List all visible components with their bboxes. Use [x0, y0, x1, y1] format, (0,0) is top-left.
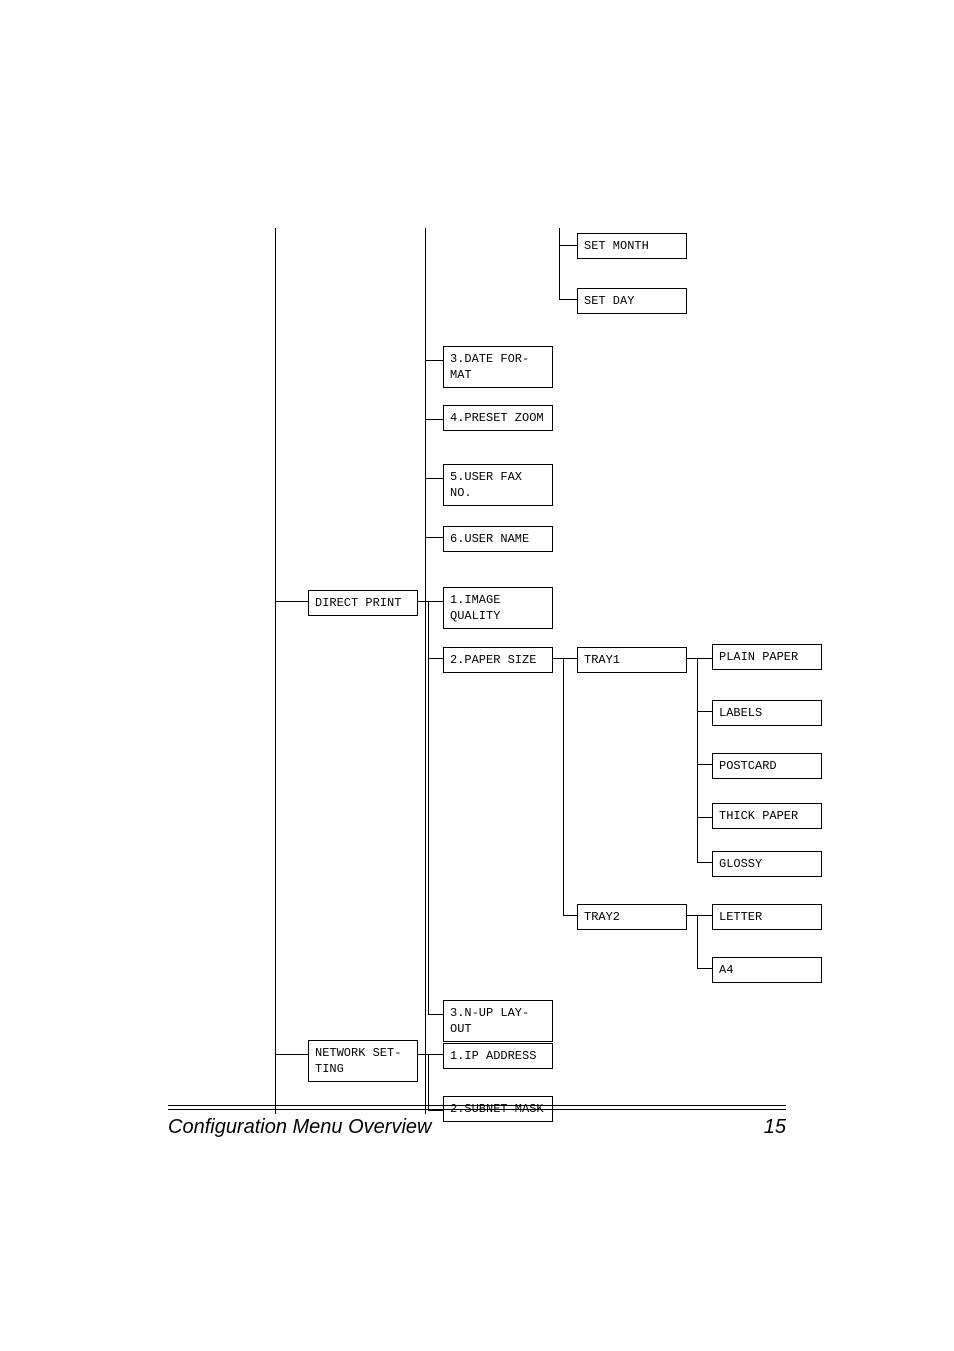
tree-line — [697, 915, 712, 916]
tree-line — [418, 1054, 428, 1055]
menu-tray2: TRAY2 — [577, 904, 687, 930]
tree-line — [697, 862, 712, 863]
tree-line — [425, 360, 443, 361]
page-footer: Configuration Menu Overview 15 — [168, 1105, 786, 1139]
tree-line — [687, 915, 697, 916]
menu-letter: LETTER — [712, 904, 822, 930]
footer-page-number: 15 — [764, 1116, 786, 1139]
menu-tree-diagram: SET MONTH SET DAY 3.DATE FOR-MAT 4.PRESE… — [270, 228, 830, 1128]
menu-set-day: SET DAY — [577, 288, 687, 314]
menu-a4: A4 — [712, 957, 822, 983]
tree-line — [275, 228, 276, 1114]
menu-date-format: 3.DATE FOR-MAT — [443, 346, 553, 388]
footer-title: Configuration Menu Overview — [168, 1116, 431, 1139]
tree-line — [425, 537, 443, 538]
tree-line — [697, 658, 698, 862]
tree-line — [275, 1054, 308, 1055]
menu-user-name: 6.USER NAME — [443, 526, 553, 552]
tree-line — [697, 711, 712, 712]
menu-set-month: SET MONTH — [577, 233, 687, 259]
tree-line — [428, 1054, 443, 1055]
tree-line — [697, 817, 712, 818]
tree-line — [563, 658, 577, 659]
tree-line — [687, 658, 697, 659]
tree-line — [428, 658, 443, 659]
menu-labels: LABELS — [712, 700, 822, 726]
menu-plain-paper: PLAIN PAPER — [712, 644, 822, 670]
tree-line — [559, 228, 560, 300]
tree-line — [553, 658, 563, 659]
tree-line — [697, 658, 712, 659]
tree-line — [563, 658, 564, 915]
menu-preset-zoom: 4.PRESET ZOOM — [443, 405, 553, 431]
tree-line — [559, 299, 577, 300]
menu-network-setting: NETWORK SET-TING — [308, 1040, 418, 1082]
tree-line — [425, 419, 443, 420]
menu-postcard: POSTCARD — [712, 753, 822, 779]
tree-line — [275, 601, 308, 602]
menu-direct-print: DIRECT PRINT — [308, 590, 418, 616]
tree-line — [559, 245, 577, 246]
menu-nup-layout: 3.N-UP LAY-OUT — [443, 1000, 553, 1042]
tree-line — [428, 1014, 443, 1015]
tree-line — [428, 601, 443, 602]
menu-ip-address: 1.IP ADDRESS — [443, 1043, 553, 1069]
footer-rule — [168, 1105, 786, 1106]
tree-line — [697, 764, 712, 765]
tree-line — [563, 915, 577, 916]
menu-image-quality: 1.IMAGE QUALITY — [443, 587, 553, 629]
footer-rule — [168, 1109, 786, 1110]
tree-line — [425, 478, 443, 479]
menu-user-fax: 5.USER FAX NO. — [443, 464, 553, 506]
tree-line — [428, 601, 429, 1014]
menu-glossy: GLOSSY — [712, 851, 822, 877]
menu-thick-paper: THICK PAPER — [712, 803, 822, 829]
menu-paper-size: 2.PAPER SIZE — [443, 647, 553, 673]
tree-line — [697, 915, 698, 968]
tree-line — [418, 601, 428, 602]
tree-line — [428, 1054, 429, 1110]
menu-tray1: TRAY1 — [577, 647, 687, 673]
tree-line — [697, 968, 712, 969]
